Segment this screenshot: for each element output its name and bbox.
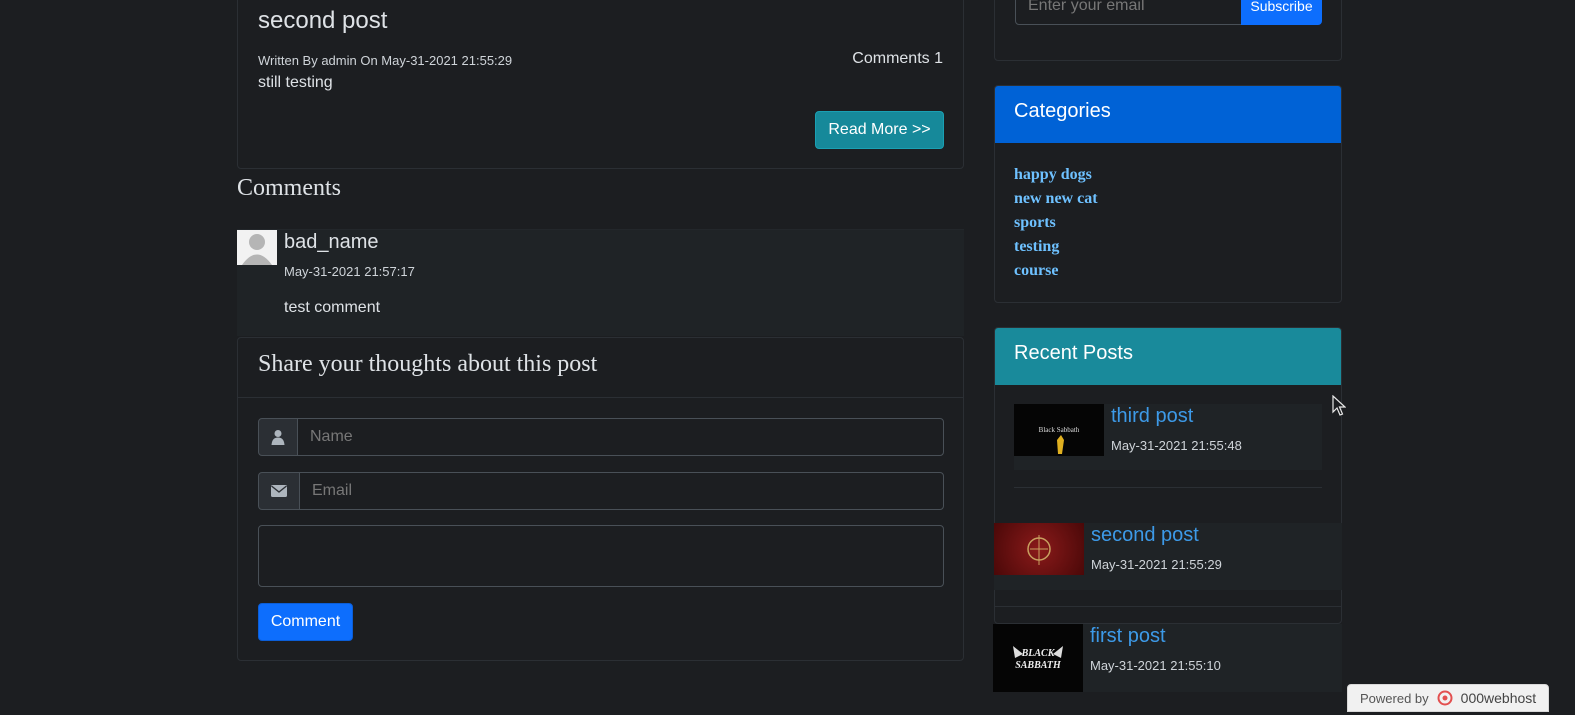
message-textarea[interactable] [258, 525, 944, 587]
comment-submit-button[interactable]: Comment [258, 603, 353, 641]
red-album-cover-thumbnail [994, 523, 1084, 575]
post-title[interactable]: second post [258, 7, 387, 35]
comments-count: Comments 1 [852, 50, 943, 67]
envelope-icon [271, 485, 287, 497]
webhost-logo-icon [1437, 690, 1453, 706]
comment-form-card: Share your thoughts about this post Name… [237, 337, 964, 661]
email-addon [258, 472, 300, 510]
divider [1014, 487, 1322, 488]
category-link[interactable]: happy dogs [1014, 166, 1092, 184]
recent-post-title[interactable]: first post [1090, 625, 1166, 648]
recent-post-item[interactable]: Black Sabbath third post May-31-2021 21:… [1014, 404, 1322, 470]
newsletter-email-input[interactable]: Enter your email [1015, 0, 1243, 25]
avatar [237, 230, 277, 265]
comment-item: bad_name May-31-2021 21:57:17 test comme… [237, 229, 964, 336]
recent-post-item[interactable]: second post May-31-2021 21:55:29 [994, 523, 1342, 590]
divider [994, 606, 1342, 607]
name-addon [258, 418, 298, 456]
comment-author: bad_name [284, 231, 379, 253]
category-link[interactable]: course [1014, 262, 1058, 280]
comment-text: test comment [284, 299, 381, 316]
comment-form-heading: Share your thoughts about this post [258, 351, 598, 377]
black-sabbath-logo-thumbnail: BLACK SABBATH [993, 624, 1083, 692]
category-link[interactable]: sports [1014, 214, 1056, 232]
recent-post-date: May-31-2021 21:55:29 [1091, 557, 1222, 572]
category-link[interactable]: testing [1014, 238, 1059, 256]
category-link[interactable]: new new cat [1014, 190, 1098, 208]
recent-posts-header: Recent Posts [995, 328, 1341, 385]
powered-by-label: Powered by [1360, 690, 1429, 706]
svg-text:BLACK: BLACK [1021, 648, 1056, 659]
subscribe-button[interactable]: Subscribe [1241, 0, 1322, 25]
post-card: second post Written By admin On May-31-2… [237, 0, 964, 169]
categories-heading: Categories [1014, 100, 1111, 122]
user-icon [271, 430, 285, 445]
categories-header: Categories [995, 86, 1341, 143]
post-excerpt: still testing [258, 74, 333, 91]
powered-by-badge[interactable]: Powered by 000webhost [1347, 684, 1549, 712]
webhost-brand: 000webhost [1460, 690, 1537, 706]
black-sabbath-album-thumbnail: Black Sabbath [1014, 404, 1104, 456]
email-input[interactable]: Email [299, 472, 944, 510]
recent-post-title[interactable]: second post [1091, 524, 1199, 547]
read-more-button[interactable]: Read More >> [815, 111, 944, 149]
svg-text:Black Sabbath: Black Sabbath [1039, 426, 1080, 434]
recent-post-date: May-31-2021 21:55:48 [1111, 438, 1242, 453]
comment-date: May-31-2021 21:57:17 [284, 264, 415, 279]
recent-post-date: May-31-2021 21:55:10 [1090, 658, 1221, 673]
mouse-cursor-icon [1332, 395, 1346, 416]
recent-posts-heading: Recent Posts [1014, 342, 1133, 364]
name-input[interactable]: Name [297, 418, 944, 456]
categories-card: Categories happy dogs new new cat sports… [994, 85, 1342, 303]
svg-text:SABBATH: SABBATH [1015, 660, 1062, 671]
recent-post-item[interactable]: BLACK SABBATH first post May-31-2021 21:… [993, 624, 1342, 692]
divider [238, 397, 963, 398]
newsletter-card: Enter your email Subscribe [994, 0, 1342, 61]
post-meta: Written By admin On May-31-2021 21:55:29 [258, 53, 513, 68]
recent-post-title[interactable]: third post [1111, 405, 1193, 428]
comments-heading: Comments [237, 175, 342, 201]
